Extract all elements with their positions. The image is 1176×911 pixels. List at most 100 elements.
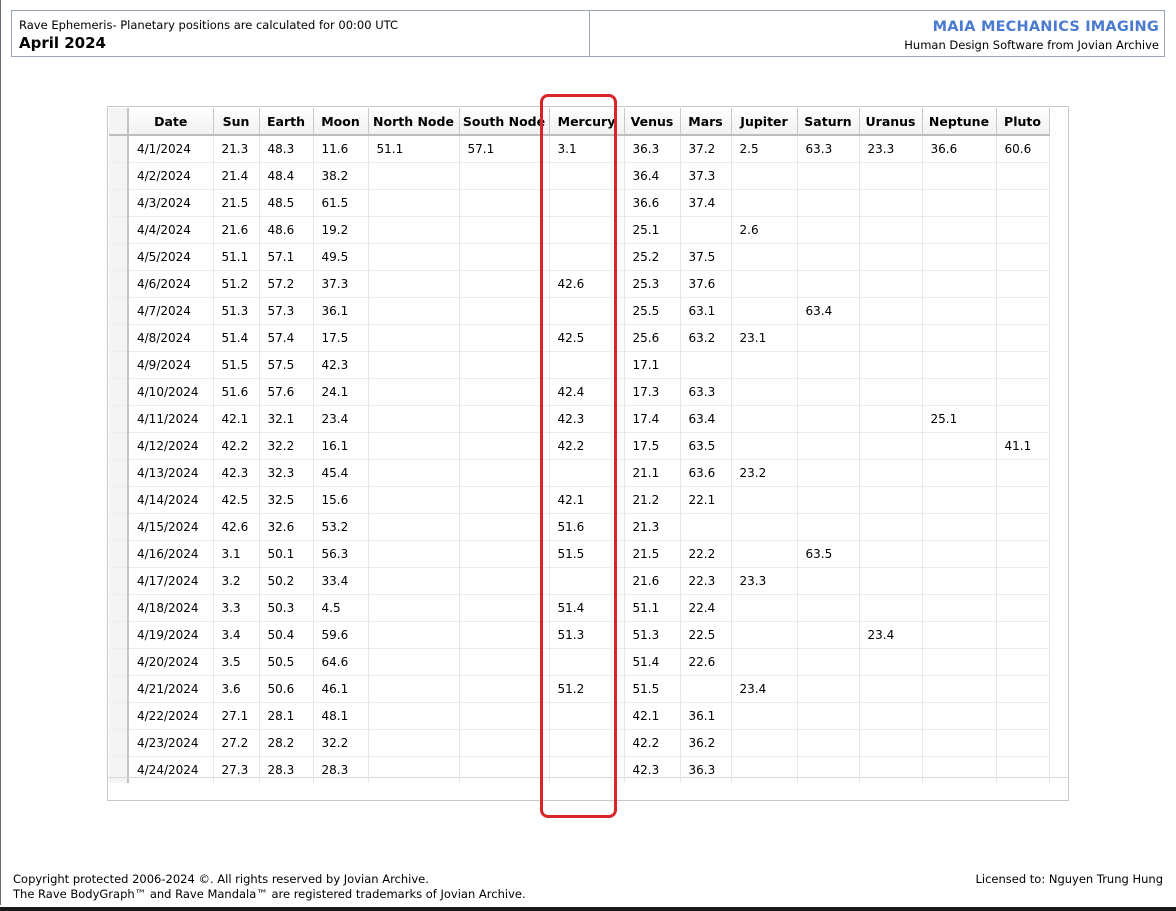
value-cell [368, 378, 460, 406]
table-row[interactable]: 4/17/2024 3.2 50.2 33.4 21.6 22.3 23.3 [109, 567, 1050, 595]
row-selector[interactable] [109, 351, 129, 379]
row-selector[interactable] [109, 432, 129, 460]
row-selector[interactable] [109, 729, 129, 757]
row-selector[interactable] [109, 540, 129, 568]
value-cell [459, 513, 550, 541]
value-cell: 17.4 [624, 405, 681, 433]
row-selector[interactable] [109, 486, 129, 514]
table-row[interactable]: 4/15/2024 42.6 32.6 53.2 51.6 21.3 [109, 513, 1050, 541]
value-cell: 51.1 [624, 594, 681, 622]
column-header[interactable]: Mars [680, 108, 732, 136]
value-cell [368, 459, 460, 487]
value-cell [549, 216, 625, 244]
table-row[interactable]: 4/3/2024 21.5 48.5 61.5 36.6 37.4 [109, 189, 1050, 217]
row-selector[interactable] [109, 405, 129, 433]
row-selector-header[interactable] [109, 108, 129, 136]
row-selector[interactable] [109, 459, 129, 487]
value-cell [368, 486, 460, 514]
value-cell [549, 459, 625, 487]
value-cell [459, 594, 550, 622]
row-selector[interactable] [109, 675, 129, 703]
value-cell [368, 270, 460, 298]
table-row[interactable]: 4/10/2024 51.6 57.6 24.1 42.4 17.3 63.3 [109, 378, 1050, 406]
table-row[interactable]: 4/11/2024 42.1 32.1 23.4 42.3 17.4 63.4 25.1 [109, 405, 1050, 433]
table-row[interactable]: 4/22/2024 27.1 28.1 48.1 42.1 36.1 [109, 702, 1050, 730]
column-header[interactable]: Mercury [549, 108, 625, 136]
value-cell [922, 567, 997, 595]
row-selector[interactable] [109, 756, 129, 783]
value-cell [996, 216, 1050, 244]
row-selector[interactable] [109, 567, 129, 595]
value-cell [922, 243, 997, 271]
table-row[interactable]: 4/12/2024 42.2 32.2 16.1 42.2 17.5 63.5 41.1 [109, 432, 1050, 460]
value-cell: 48.6 [259, 216, 314, 244]
value-cell [459, 189, 550, 217]
column-header[interactable]: Sun [213, 108, 260, 136]
value-cell: 63.5 [680, 432, 732, 460]
table-row[interactable]: 4/5/2024 51.1 57.1 49.5 25.2 37.5 [109, 243, 1050, 271]
table-row[interactable]: 4/24/2024 27.3 28.3 28.3 42.3 36.3 [109, 756, 1050, 783]
row-selector[interactable] [109, 324, 129, 352]
value-cell: 17.5 [313, 324, 369, 352]
row-selector[interactable] [109, 216, 129, 244]
column-header[interactable]: Pluto [996, 108, 1050, 136]
value-cell: 2.5 [731, 134, 798, 163]
date-cell: 4/17/2024 [128, 567, 214, 595]
value-cell: 42.3 [624, 756, 681, 783]
table-row[interactable]: 4/14/2024 42.5 32.5 15.6 42.1 21.2 22.1 [109, 486, 1050, 514]
table-row[interactable]: 4/13/2024 42.3 32.3 45.4 21.1 63.6 23.2 [109, 459, 1050, 487]
column-header[interactable]: Uranus [859, 108, 923, 136]
table-row[interactable]: 4/18/2024 3.3 50.3 4.5 51.4 51.1 22.4 [109, 594, 1050, 622]
row-selector[interactable] [109, 270, 129, 298]
value-cell: 42.1 [549, 486, 625, 514]
table-row[interactable]: 4/19/2024 3.4 50.4 59.6 51.3 51.3 22.5 23.4 [109, 621, 1050, 649]
value-cell [859, 459, 923, 487]
row-selector[interactable] [109, 134, 129, 163]
value-cell [459, 486, 550, 514]
value-cell [459, 756, 550, 783]
table-row[interactable]: 4/8/2024 51.4 57.4 17.5 42.5 25.6 63.2 23.1 [109, 324, 1050, 352]
table-header-row: Date Sun Earth Moon North Node South Nod… [109, 108, 1050, 136]
row-selector[interactable] [109, 648, 129, 676]
row-selector[interactable] [109, 621, 129, 649]
row-selector[interactable] [109, 297, 129, 325]
table-row[interactable]: 4/21/2024 3.6 50.6 46.1 51.2 51.5 23.4 [109, 675, 1050, 703]
column-header[interactable]: Venus [624, 108, 681, 136]
value-cell [797, 324, 860, 352]
ephemeris-grid[interactable]: Date Sun Earth Moon North Node South Nod… [107, 106, 1069, 801]
column-header[interactable]: Saturn [797, 108, 860, 136]
row-selector[interactable] [109, 702, 129, 730]
value-cell: 22.1 [680, 486, 732, 514]
value-cell [922, 378, 997, 406]
table-row[interactable]: 4/4/2024 21.6 48.6 19.2 25.1 2.6 [109, 216, 1050, 244]
row-selector[interactable] [109, 594, 129, 622]
column-header[interactable]: Date [128, 108, 214, 136]
table-row[interactable]: 4/16/2024 3.1 50.1 56.3 51.5 21.5 22.2 63.5 [109, 540, 1050, 568]
table-row[interactable]: 4/1/2024 21.3 48.3 11.6 51.1 57.1 3.1 36.3 37.2 2… [109, 134, 1050, 163]
column-header[interactable]: Jupiter [731, 108, 798, 136]
value-cell [797, 621, 860, 649]
table-row[interactable]: 4/23/2024 27.2 28.2 32.2 42.2 36.2 [109, 729, 1050, 757]
row-selector[interactable] [109, 189, 129, 217]
table-row[interactable]: 4/2/2024 21.4 48.4 38.2 36.4 37.3 [109, 162, 1050, 190]
table-row[interactable]: 4/7/2024 51.3 57.3 36.1 25.5 63.1 63.4 [109, 297, 1050, 325]
table-row[interactable]: 4/9/2024 51.5 57.5 42.3 17.1 [109, 351, 1050, 379]
row-selector[interactable] [109, 243, 129, 271]
column-header[interactable]: Neptune [922, 108, 997, 136]
row-selector[interactable] [109, 162, 129, 190]
value-cell [922, 756, 997, 783]
column-header[interactable]: Moon [313, 108, 369, 136]
value-cell: 42.2 [624, 729, 681, 757]
row-selector[interactable] [109, 513, 129, 541]
column-header[interactable]: South Node [459, 108, 550, 136]
column-header[interactable]: Earth [259, 108, 314, 136]
table-row[interactable]: 4/20/2024 3.5 50.5 64.6 51.4 22.6 [109, 648, 1050, 676]
value-cell [680, 675, 732, 703]
value-cell: 21.3 [624, 513, 681, 541]
value-cell: 56.3 [313, 540, 369, 568]
row-selector[interactable] [109, 378, 129, 406]
table-row[interactable]: 4/6/2024 51.2 57.2 37.3 42.6 25.3 37.6 [109, 270, 1050, 298]
column-header[interactable]: North Node [368, 108, 460, 136]
value-cell [859, 648, 923, 676]
value-cell [459, 378, 550, 406]
